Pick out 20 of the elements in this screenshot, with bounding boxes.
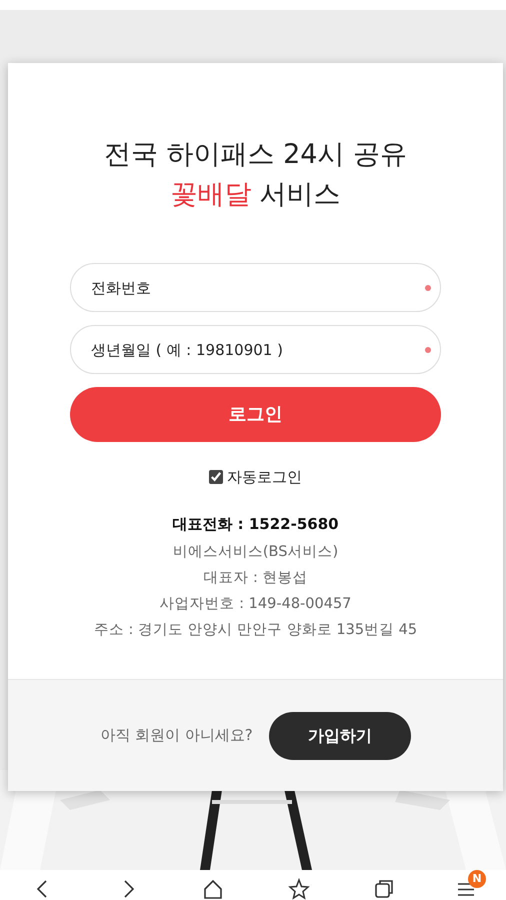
company-info-text: 비에스서비스(BS서비스): [172, 543, 340, 562]
home-icon[interactable]: [202, 878, 224, 900]
auto-login-checkbox[interactable]: [209, 470, 223, 484]
auto-login-label[interactable]: 자동로그인: [227, 466, 302, 488]
title-text: 서비스: [260, 178, 340, 212]
company-info-text: 주소 : 경기도 안양시 만안구 양화로 135번길 45: [92, 621, 418, 640]
star-icon[interactable]: [288, 878, 310, 900]
highlighted-title-text: 꽃배달: [170, 178, 252, 212]
company-info-text: 사업자번호 : 149-48-00457: [158, 595, 352, 614]
company-info-text: 대표자 : 현봉섭: [202, 569, 309, 588]
input-field[interactable]: 생년월일 ( 예 : 19810901 ): [70, 325, 441, 374]
tabs-icon[interactable]: [372, 878, 395, 900]
phone-text: 대표전화 : 1522-5680: [171, 514, 340, 534]
login-button[interactable]: 로그인: [70, 387, 441, 442]
signup-prompt: 아직 회원이 아니세요?: [100, 725, 253, 746]
title-line: 전국 하이패스 24시 공유: [102, 138, 408, 172]
input-field[interactable]: 전화번호: [70, 263, 441, 312]
notification-badge: N: [468, 870, 486, 888]
signup-button[interactable]: 가입하기: [268, 712, 411, 760]
menu-icon[interactable]: [458, 883, 474, 896]
